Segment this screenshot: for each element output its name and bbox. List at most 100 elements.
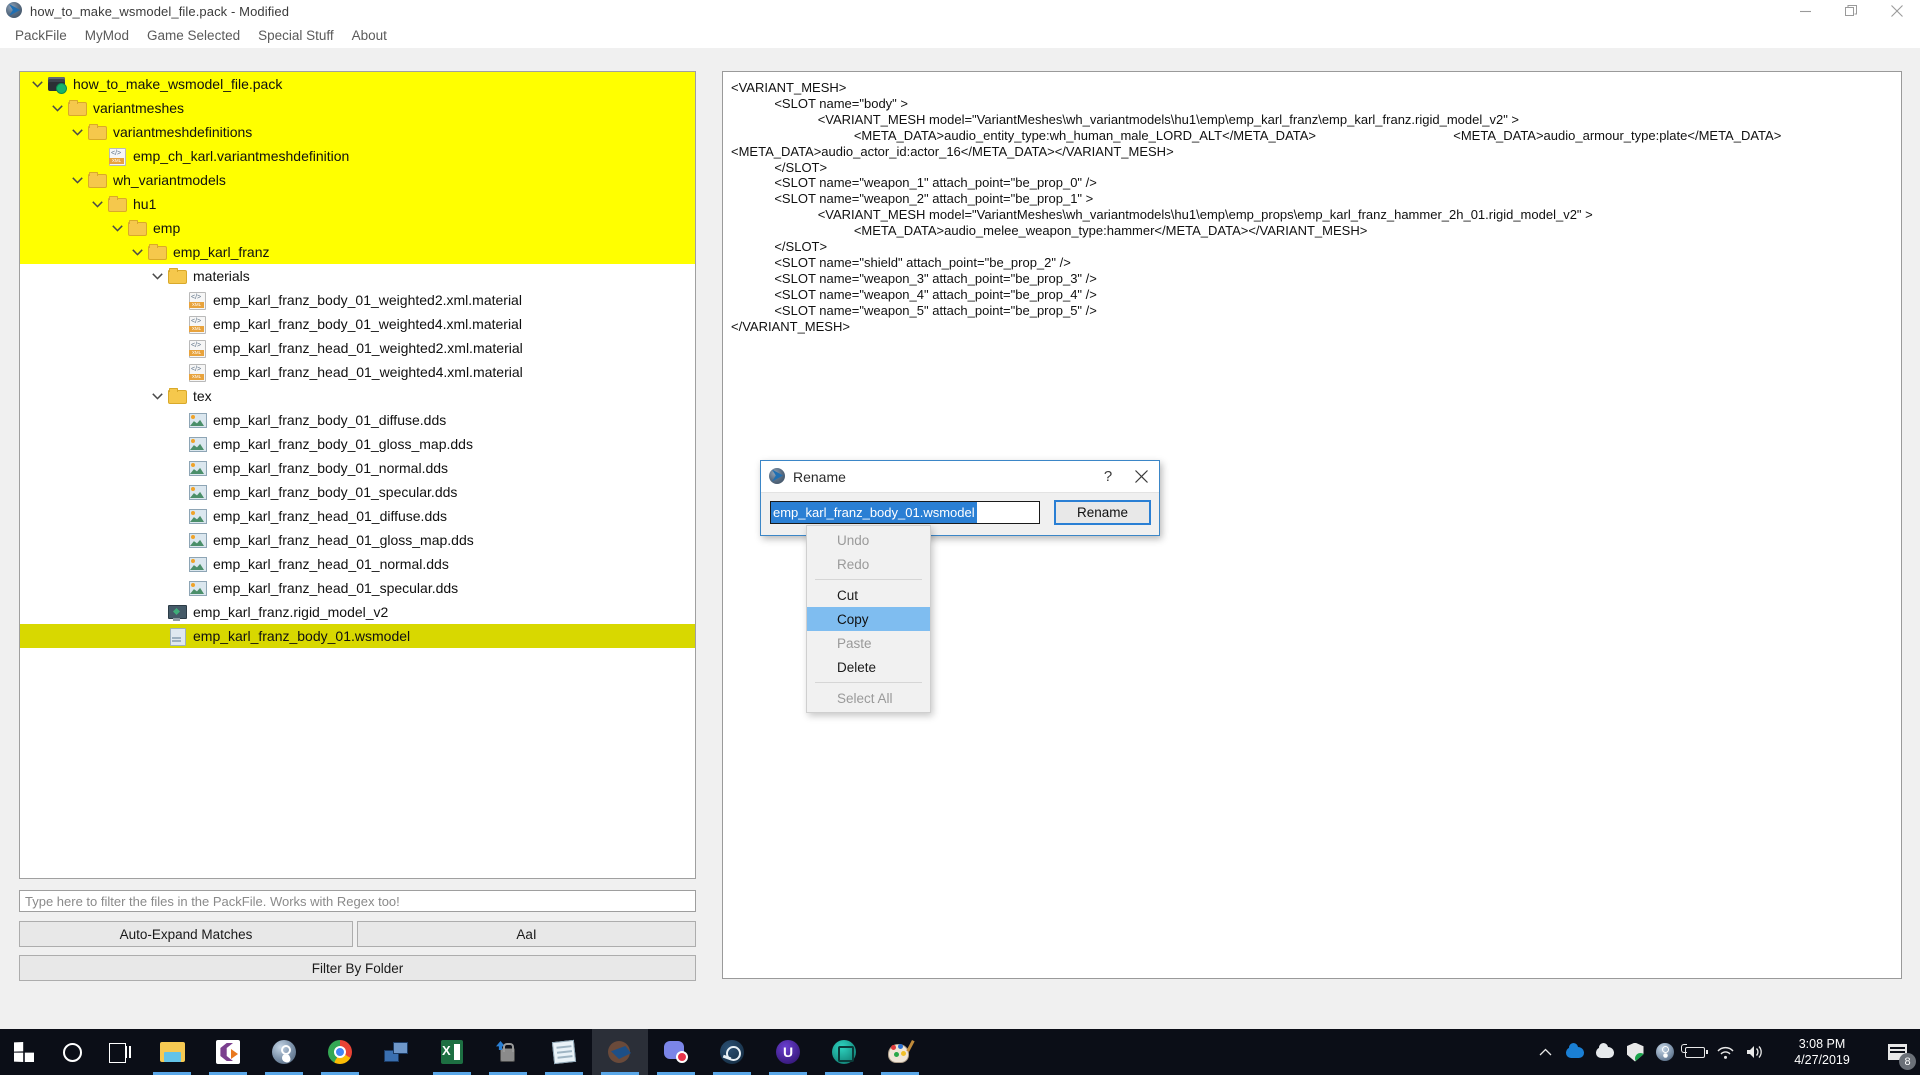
tree-twisty-empty	[166, 360, 188, 384]
context-menu-item-copy[interactable]: Copy	[807, 607, 930, 631]
tree-row[interactable]: emp_karl_franz_head_01_normal.dds	[20, 552, 695, 576]
menu-item-game-selected[interactable]: Game Selected	[138, 24, 249, 47]
close-icon[interactable]	[1874, 0, 1920, 22]
tree-row[interactable]: tex	[20, 384, 695, 408]
filter-by-folder-button[interactable]: Filter By Folder	[19, 955, 696, 981]
tree-row[interactable]: emp_karl_franz_body_01_gloss_map.dds	[20, 432, 695, 456]
context-menu-item-redo[interactable]: Redo	[807, 552, 930, 576]
network-tool-icon[interactable]	[368, 1029, 424, 1075]
battery-icon[interactable]	[1680, 1029, 1710, 1075]
chevron-down-icon[interactable]	[66, 120, 88, 144]
filter-input[interactable]	[19, 890, 696, 912]
tree-row[interactable]: emp_karl_franz_body_01_normal.dds	[20, 456, 695, 480]
xml-editor-content[interactable]: <VARIANT_MESH> <SLOT name="body" > <VARI…	[731, 80, 1902, 335]
case-sensitivity-button[interactable]: AaI	[357, 921, 696, 947]
menu-item-about[interactable]: About	[343, 24, 396, 47]
wifi-icon[interactable]	[1710, 1029, 1740, 1075]
tree-row[interactable]: emp_karl_franz_body_01.wsmodel	[20, 624, 695, 648]
notepad-icon[interactable]	[536, 1029, 592, 1075]
tree-row[interactable]: emp_karl_franz_head_01_diffuse.dds	[20, 504, 695, 528]
microsoft-excel-icon[interactable]	[424, 1029, 480, 1075]
tree-row[interactable]: emp_karl_franz_body_01_specular.dds	[20, 480, 695, 504]
maximize-icon[interactable]	[1828, 0, 1874, 22]
google-chrome-icon[interactable]	[312, 1029, 368, 1075]
onedrive-white-icon[interactable]	[1590, 1029, 1620, 1075]
tree-row[interactable]: </>emp_karl_franz_head_01_weighted2.xml.…	[20, 336, 695, 360]
paint-icon[interactable]	[872, 1029, 928, 1075]
context-menu-item-undo[interactable]: Undo	[807, 528, 930, 552]
tree-row[interactable]: </>emp_karl_franz_body_01_weighted2.xml.…	[20, 288, 695, 312]
rename-input[interactable]	[770, 501, 1040, 524]
tree-row[interactable]: materials	[20, 264, 695, 288]
cortana-search-icon[interactable]	[48, 1029, 96, 1075]
onedrive-blue-icon[interactable]	[1560, 1029, 1590, 1075]
chevron-down-icon[interactable]	[146, 384, 168, 408]
tree-row[interactable]: emp	[20, 216, 695, 240]
paint-icon-glyph	[888, 1041, 912, 1063]
windows-defender-icon[interactable]	[1620, 1029, 1650, 1075]
packfile-tree[interactable]: how_to_make_wsmodel_file.pack variantmesh…	[19, 71, 696, 879]
tree-row[interactable]: variantmeshes	[20, 96, 695, 120]
chevron-down-icon[interactable]	[46, 96, 68, 120]
chevron-down-icon[interactable]	[66, 168, 88, 192]
ublock-icon[interactable]	[760, 1029, 816, 1075]
tree-row[interactable]: hu1	[20, 192, 695, 216]
folder-icon	[108, 195, 126, 213]
action-center-icon[interactable]: 8	[1874, 1029, 1920, 1075]
tree-row[interactable]: emp_karl_franz_body_01_diffuse.dds	[20, 408, 695, 432]
close-icon[interactable]	[1123, 462, 1159, 492]
chevron-down-icon[interactable]	[106, 216, 128, 240]
chevron-down-icon[interactable]	[86, 192, 108, 216]
discord-icon[interactable]	[648, 1029, 704, 1075]
help-icon[interactable]: ?	[1093, 462, 1123, 492]
tree-twisty-empty	[146, 600, 168, 624]
keepass-tray-icon[interactable]	[1650, 1029, 1680, 1075]
volume-icon[interactable]	[1740, 1029, 1770, 1075]
pfm-icon[interactable]	[200, 1029, 256, 1075]
context-menu-item-delete[interactable]: Delete	[807, 655, 930, 679]
tree-twisty-empty	[166, 432, 188, 456]
tree-row[interactable]: </>emp_karl_franz_body_01_weighted4.xml.…	[20, 312, 695, 336]
context-menu-item-paste[interactable]: Paste	[807, 631, 930, 655]
taskbar-clock[interactable]: 3:08 PM 4/27/2019	[1770, 1029, 1874, 1075]
tree-row[interactable]: emp_karl_franz.rigid_model_v2	[20, 600, 695, 624]
tree-row[interactable]: </>emp_ch_karl.variantmeshdefinition	[20, 144, 695, 168]
context-menu-item-cut[interactable]: Cut	[807, 583, 930, 607]
auto-expand-matches-button[interactable]: Auto-Expand Matches	[19, 921, 353, 947]
tree-row[interactable]: variantmeshdefinitions	[20, 120, 695, 144]
assembly-kit-icon[interactable]	[816, 1029, 872, 1075]
tree-twisty-empty	[166, 528, 188, 552]
tree-row[interactable]: emp_karl_franz	[20, 240, 695, 264]
encryption-tool-icon[interactable]	[480, 1029, 536, 1075]
chevron-down-icon[interactable]	[146, 264, 168, 288]
tree-row[interactable]: how_to_make_wsmodel_file.pack	[20, 72, 695, 96]
chevron-down-icon[interactable]	[26, 72, 48, 96]
tree-row-label: emp_karl_franz_body_01_diffuse.dds	[213, 412, 446, 428]
minimize-icon[interactable]	[1782, 0, 1828, 22]
context-menu-item-select-all[interactable]: Select All	[807, 686, 930, 710]
rename-confirm-button[interactable]: Rename	[1054, 500, 1151, 525]
file-explorer-icon[interactable]	[144, 1029, 200, 1075]
menu-item-mymod[interactable]: MyMod	[76, 24, 138, 47]
file-explorer-icon-glyph	[160, 1042, 185, 1062]
tree-twisty-empty	[146, 624, 168, 648]
menu-item-special-stuff[interactable]: Special Stuff	[249, 24, 343, 47]
tree-row-label: emp_karl_franz_head_01_gloss_map.dds	[213, 532, 474, 548]
chevron-down-icon[interactable]	[126, 240, 148, 264]
menu-item-packfile[interactable]: PackFile	[6, 24, 76, 47]
tree-row-label: materials	[193, 268, 250, 284]
show-hidden-icons-icon[interactable]	[1530, 1029, 1560, 1075]
steam-icon-glyph	[720, 1040, 744, 1064]
tree-row[interactable]: </>emp_karl_franz_head_01_weighted4.xml.…	[20, 360, 695, 384]
task-view-icon[interactable]	[96, 1029, 144, 1075]
window-title: how_to_make_wsmodel_file.pack - Modified	[30, 4, 289, 19]
windows-start-icon[interactable]	[0, 1029, 48, 1075]
tree-row[interactable]: emp_karl_franz_head_01_specular.dds	[20, 576, 695, 600]
tree-row-label: variantmeshes	[93, 100, 184, 116]
keepass-icon[interactable]	[256, 1029, 312, 1075]
rpfm-icon[interactable]	[592, 1029, 648, 1075]
xml-icon: </>	[188, 291, 206, 309]
tree-row[interactable]: wh_variantmodels	[20, 168, 695, 192]
tree-row[interactable]: emp_karl_franz_head_01_gloss_map.dds	[20, 528, 695, 552]
steam-icon[interactable]	[704, 1029, 760, 1075]
